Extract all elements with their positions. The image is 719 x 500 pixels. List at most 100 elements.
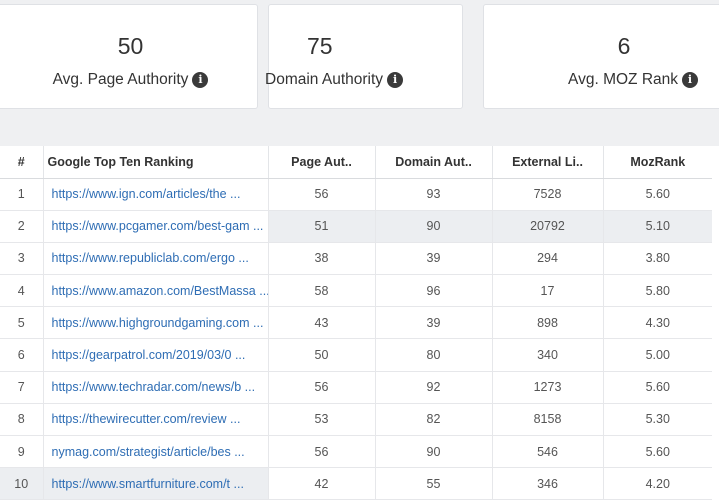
- row-mozrank-cell: 3.80: [603, 242, 712, 276]
- row-url-link[interactable]: https://www.amazon.com/BestMassa ...: [52, 284, 268, 298]
- row-mozrank: 5.60: [645, 444, 670, 459]
- row-domain-authority-cell: 39: [375, 306, 493, 340]
- row-url-link[interactable]: https://www.techradar.com/news/b ...: [52, 380, 256, 394]
- row-mozrank: 4.30: [645, 315, 670, 330]
- row-page-authority-cell: 56: [268, 435, 376, 469]
- row-external-links-cell: 20792: [492, 210, 604, 243]
- row-url-link-cell[interactable]: https://www.amazon.com/BestMassa ...: [43, 274, 269, 308]
- row-url-link-cell[interactable]: https://www.highgroundgaming.com ...: [43, 306, 269, 340]
- row-page-authority-cell: 58: [268, 274, 376, 308]
- row-page-authority-cell: 38: [268, 242, 376, 276]
- page-authority-card: 50 Avg. Page Authority i: [0, 4, 258, 109]
- info-icon[interactable]: i: [682, 72, 698, 88]
- column-header-mozrank[interactable]: MozRank: [603, 146, 712, 179]
- row-external-links: 340: [537, 348, 558, 363]
- column-header-index[interactable]: #: [0, 146, 44, 179]
- moz-rank-card: 6 Avg. MOZ Rank i: [483, 4, 719, 109]
- row-mozrank-cell: 5.60: [603, 371, 712, 404]
- row-domain-authority-cell: 39: [375, 242, 493, 276]
- row-domain-authority: 82: [426, 412, 441, 427]
- table-row[interactable]: 5 https://www.highgroundgaming.com ... 43 3…: [0, 306, 712, 340]
- info-icon[interactable]: i: [192, 72, 209, 88]
- row-external-links: 1273: [533, 380, 562, 395]
- row-url-link-cell[interactable]: https://www.republiclab.com/ergo ...: [43, 242, 269, 276]
- row-index-cell: 4: [0, 274, 44, 308]
- table-row[interactable]: 2 https://www.pcgamer.com/best-gam ... 51 9…: [0, 210, 712, 243]
- row-domain-authority: 55: [426, 476, 441, 491]
- table-row[interactable]: 9 nymag.com/strategist/article/bes ... 56 9…: [0, 435, 712, 469]
- row-index-cell: 3: [0, 242, 44, 276]
- row-url-link-cell[interactable]: https://www.pcgamer.com/best-gam ...: [43, 210, 269, 243]
- moz-rank-label-row: Avg. MOZ Rank i: [484, 71, 698, 89]
- table-row[interactable]: 4 https://www.amazon.com/BestMassa ... 58 9…: [0, 274, 712, 308]
- row-url-link[interactable]: https://www.pcgamer.com/best-gam ...: [52, 219, 264, 233]
- table-row[interactable]: 8 https://thewirecutter.com/review ... 53 8…: [0, 403, 712, 437]
- table-row[interactable]: 7 https://www.techradar.com/news/b ... 56 9…: [0, 371, 712, 404]
- column-header-external-links[interactable]: External Li..: [492, 146, 604, 179]
- row-domain-authority-cell: 80: [375, 338, 493, 372]
- row-url-link-cell[interactable]: https://thewirecutter.com/review ...: [43, 403, 269, 437]
- table-row[interactable]: 10 https://www.smartfurniture.com/t ... 42…: [0, 467, 712, 500]
- row-external-links: 294: [537, 251, 558, 266]
- row-index: 10: [14, 476, 29, 491]
- row-url-link[interactable]: nymag.com/strategist/article/bes ...: [52, 445, 245, 459]
- table-row[interactable]: 3 https://www.republiclab.com/ergo ... 38 3…: [0, 242, 712, 276]
- row-mozrank-cell: 4.30: [603, 306, 712, 340]
- row-domain-authority-cell: 55: [375, 467, 493, 500]
- row-page-authority: 38: [314, 251, 329, 266]
- row-url-link-cell[interactable]: https://gearpatrol.com/2019/03/0 ...: [43, 338, 269, 372]
- row-page-authority-cell: 56: [268, 371, 376, 404]
- info-icon[interactable]: i: [387, 72, 404, 88]
- column-header-ranking[interactable]: Google Top Ten Ranking: [43, 146, 269, 179]
- row-index: 8: [17, 412, 25, 427]
- row-index: 9: [17, 444, 25, 459]
- row-external-links-cell: 17: [492, 274, 604, 308]
- row-page-authority: 56: [314, 380, 329, 395]
- row-external-links-cell: 1273: [492, 371, 604, 404]
- row-url-link[interactable]: https://thewirecutter.com/review ...: [52, 412, 241, 426]
- row-index-cell: 5: [0, 306, 44, 340]
- row-domain-authority: 93: [426, 187, 441, 202]
- row-page-authority: 51: [314, 219, 329, 234]
- row-domain-authority-cell: 90: [375, 435, 493, 469]
- domain-authority-label: Domain Authority: [265, 71, 384, 88]
- row-url-link-cell[interactable]: https://www.ign.com/articles/the ...: [43, 178, 269, 211]
- row-index: 3: [17, 251, 25, 266]
- domain-authority-label-row: Domain Authority i: [265, 71, 404, 89]
- row-external-links-cell: 346: [492, 467, 604, 500]
- table-row[interactable]: 1 https://www.ign.com/articles/the ... 56 9…: [0, 178, 712, 211]
- column-header-domain-authority[interactable]: Domain Aut..: [375, 146, 493, 179]
- row-url-link[interactable]: https://www.smartfurniture.com/t ...: [52, 477, 244, 491]
- row-index: 6: [17, 348, 25, 363]
- row-index-cell: 10: [0, 467, 44, 500]
- section-divider: [0, 128, 719, 146]
- row-mozrank: 4.20: [645, 476, 670, 491]
- moz-rank-label: Avg. MOZ Rank: [568, 71, 678, 88]
- row-external-links: 898: [537, 315, 558, 330]
- row-domain-authority-cell: 96: [375, 274, 493, 308]
- row-external-links-cell: 340: [492, 338, 604, 372]
- row-url-link[interactable]: https://www.highgroundgaming.com ...: [52, 316, 264, 330]
- row-domain-authority: 39: [426, 251, 441, 266]
- row-domain-authority: 90: [426, 444, 441, 459]
- row-url-link-cell[interactable]: nymag.com/strategist/article/bes ...: [43, 435, 269, 469]
- table-row[interactable]: 6 https://gearpatrol.com/2019/03/0 ... 50 8…: [0, 338, 712, 372]
- domain-authority-card: 75 Domain Authority i: [265, 4, 463, 109]
- row-mozrank: 5.60: [645, 380, 670, 395]
- row-domain-authority: 39: [426, 315, 441, 330]
- row-url-link[interactable]: https://www.republiclab.com/ergo ...: [52, 251, 249, 265]
- row-page-authority: 58: [314, 283, 329, 298]
- row-index-cell: 9: [0, 435, 44, 469]
- column-header-page-authority[interactable]: Page Aut..: [268, 146, 376, 179]
- row-url-link-cell[interactable]: https://www.smartfurniture.com/t ...: [43, 467, 269, 500]
- row-external-links-cell: 898: [492, 306, 604, 340]
- row-mozrank-cell: 5.60: [603, 178, 712, 211]
- row-url-link-cell[interactable]: https://www.techradar.com/news/b ...: [43, 371, 269, 404]
- row-domain-authority-cell: 92: [375, 371, 493, 404]
- row-url-link[interactable]: https://gearpatrol.com/2019/03/0 ...: [52, 348, 246, 362]
- row-domain-authority: 92: [426, 380, 441, 395]
- row-url-link[interactable]: https://www.ign.com/articles/the ...: [52, 187, 241, 201]
- row-domain-authority: 80: [426, 348, 441, 363]
- table-header-row: # Google Top Ten Ranking Page Aut.. Doma…: [0, 146, 712, 179]
- row-external-links-cell: 8158: [492, 403, 604, 437]
